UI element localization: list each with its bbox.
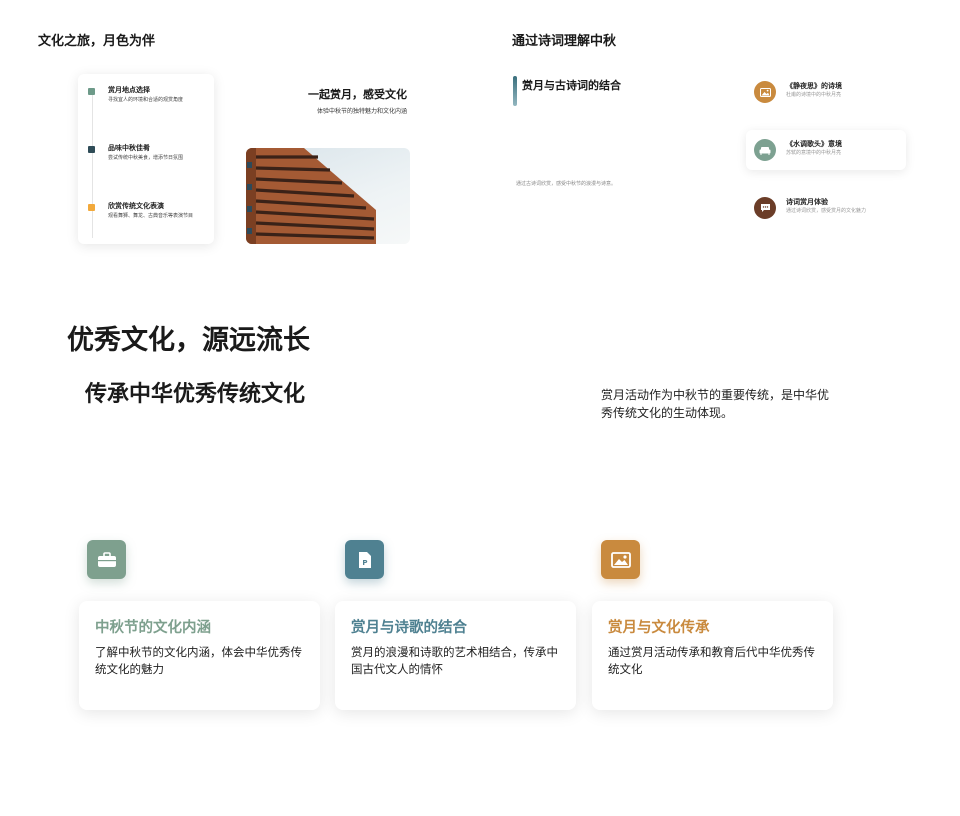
main-title: 优秀文化，源远流长 <box>67 325 310 356</box>
poem-item-desc: 杜甫的诗境中的中秋月亮 <box>786 92 842 98</box>
card-description: 了解中秋节的文化内涵，体会中华优秀传统文化的魅力 <box>95 645 302 676</box>
timeline-dot <box>88 204 95 211</box>
svg-text:P: P <box>362 559 367 567</box>
image-icon <box>754 81 776 103</box>
poem-item-desc: 苏轼的意境中的中秋月亮 <box>786 150 842 156</box>
document-icon: P <box>345 540 384 579</box>
briefcase-icon <box>87 540 126 579</box>
timeline-dot <box>88 88 95 95</box>
poem-item-title: 《静夜思》的诗境 <box>786 82 842 90</box>
timeline-item-desc: 尝试传统中秋美食，增添节日氛围 <box>108 155 184 162</box>
timeline-item-desc: 寻找宜人的环境和合适的观赏角度 <box>108 97 184 104</box>
poem-item-desc: 通过诗词欣赏，感受赏月的文化魅力 <box>786 208 867 214</box>
poetry-heading: 赏月与古诗词的结合 <box>522 79 621 92</box>
card-title: 中秋节的文化内涵 <box>95 620 211 636</box>
culture-card[interactable]: 中秋节的文化内涵 了解中秋节的文化内涵，体会中华优秀传统文化的魅力 <box>79 601 320 710</box>
poem-item-title: 诗词赏月体验 <box>786 198 828 206</box>
card-description: 通过赏月活动传承和教育后代中华优秀传统文化 <box>608 645 815 676</box>
main-description: 赏月活动作为中秋节的重要传统，是中华优秀传统文化的生动体现。 <box>601 388 830 420</box>
hero-title: 一起赏月，感受文化 <box>308 88 407 101</box>
sofa-icon <box>754 139 776 161</box>
accent-bar <box>513 76 517 106</box>
building-illustration <box>246 148 376 244</box>
section-title-culture-journey: 文化之旅，月色为伴 <box>38 34 156 49</box>
timeline-item: 欣赏传统文化表演 观看舞狮、舞龙、古典音乐等表演节目 <box>88 202 208 219</box>
image-icon <box>601 540 640 579</box>
timeline-item-desc: 观看舞狮、舞龙、古典音乐等表演节目 <box>108 213 194 220</box>
timeline-item-title: 品味中秋佳肴 <box>108 144 150 152</box>
timeline-item: 品味中秋佳肴 尝试传统中秋美食，增添节日氛围 <box>88 144 208 161</box>
heritage-card[interactable]: 赏月与文化传承 通过赏月活动传承和教育后代中华优秀传统文化 <box>592 601 833 710</box>
card-description: 赏月的浪漫和诗歌的艺术相结合，传承中国古代文人的情怀 <box>351 645 558 676</box>
timeline-dot <box>88 146 95 153</box>
hero-subtitle: 体验中秋节的独特魅力和文化内涵 <box>316 108 407 115</box>
timeline-item-title: 欣赏传统文化表演 <box>108 202 164 210</box>
poetry-card[interactable]: 赏月与诗歌的结合 赏月的浪漫和诗歌的艺术相结合，传承中国古代文人的情怀 <box>335 601 576 710</box>
poetry-note: 通过古诗词欣赏，感受中秋节的浪漫与诗意。 <box>516 181 617 187</box>
chat-icon <box>754 197 776 219</box>
building-photo <box>246 148 410 244</box>
poem-item-title: 《水调歌头》意境 <box>786 140 842 148</box>
timeline-item: 赏月地点选择 寻找宜人的环境和合适的观赏角度 <box>88 86 208 103</box>
timeline-item-title: 赏月地点选择 <box>108 86 150 94</box>
timeline-card: 赏月地点选择 寻找宜人的环境和合适的观赏角度 品味中秋佳肴 尝试传统中秋美食，增… <box>78 74 214 244</box>
section-title-poetry: 通过诗词理解中秋 <box>512 34 617 49</box>
card-title: 赏月与诗歌的结合 <box>351 620 467 636</box>
main-subtitle: 传承中华优秀传统文化 <box>85 382 306 407</box>
card-title: 赏月与文化传承 <box>608 620 710 636</box>
